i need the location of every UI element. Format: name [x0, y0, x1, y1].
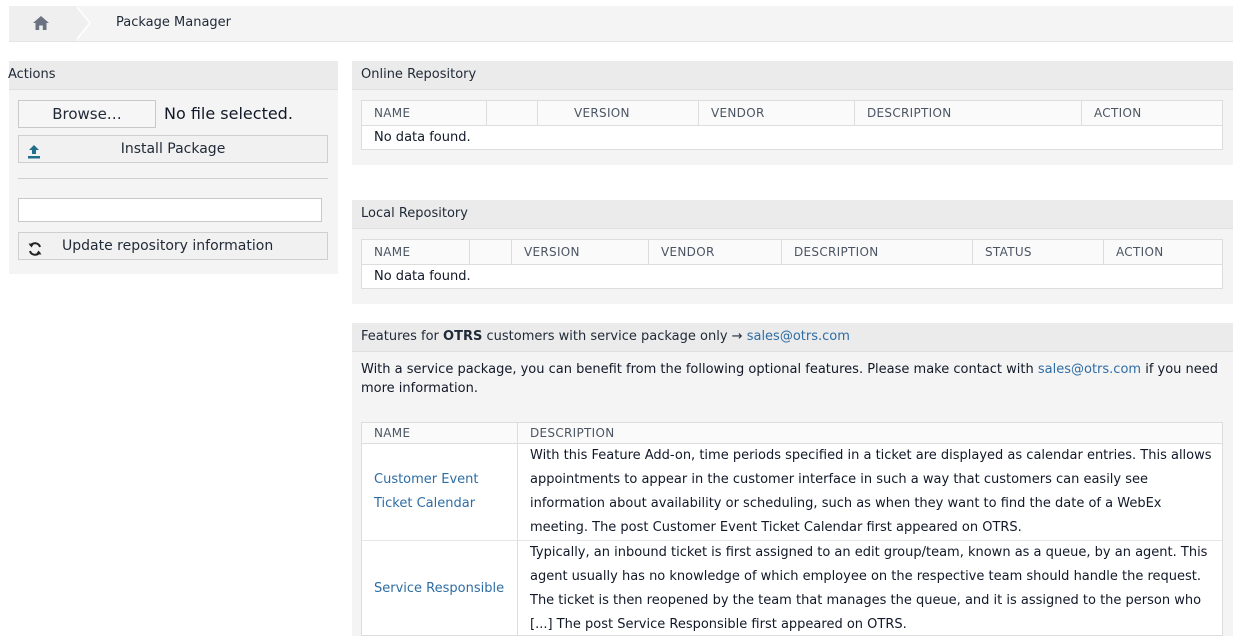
breadcrumb-home[interactable]	[9, 6, 75, 41]
refresh-icon	[28, 239, 42, 265]
empty-row: No data found.	[374, 130, 471, 145]
table-header: NAME DESCRIPTION	[362, 423, 1222, 444]
col-description: DESCRIPTION	[530, 426, 615, 440]
repository-url-input[interactable]	[18, 198, 322, 222]
online-repository-table: NAME VERSION VENDOR DESCRIPTION ACTION N…	[361, 100, 1223, 150]
online-repository-panel: Online Repository NAME VERSION VENDOR DE…	[352, 61, 1233, 165]
local-repository-panel: Local Repository NAME VERSION VENDOR DES…	[352, 200, 1233, 304]
features-title-middle: customers with service package only →	[486, 329, 743, 344]
install-package-label: Install Package	[120, 141, 226, 157]
col-vendor[interactable]: VENDOR	[699, 101, 855, 125]
feature-name-link[interactable]: Customer Event Ticket Calendar	[374, 468, 517, 516]
update-repository-label: Update repository information	[62, 238, 274, 254]
features-panel: Features for OTRS customers with service…	[352, 323, 1233, 636]
features-table: NAME DESCRIPTION Customer Event Ticket C…	[361, 422, 1223, 636]
features-title: Features for OTRS customers with service…	[352, 323, 1233, 352]
col-version[interactable]: VERSION	[538, 101, 699, 125]
sidebar-divider	[18, 178, 328, 179]
sidebar-title: Actions	[8, 61, 338, 90]
breadcrumb-current[interactable]: Package Manager	[116, 15, 231, 30]
feature-name-link[interactable]: Service Responsible	[374, 577, 504, 601]
col-vendor[interactable]: VENDOR	[649, 240, 782, 264]
col-status[interactable]: STATUS	[973, 240, 1104, 264]
local-repository-title: Local Repository	[352, 200, 1233, 229]
col-version[interactable]: VERSION	[512, 240, 649, 264]
col-action[interactable]: ACTION	[1082, 101, 1222, 125]
actions-sidebar: Actions Browse… No file selected. Instal…	[8, 61, 338, 274]
col-name[interactable]: NAME	[362, 101, 487, 125]
file-status: No file selected.	[164, 104, 293, 123]
col-name: NAME	[362, 423, 518, 443]
sales-email-link-inline[interactable]: sales@otrs.com	[1038, 362, 1141, 377]
local-repository-table: NAME VERSION VENDOR DESCRIPTION STATUS A…	[361, 239, 1223, 289]
install-package-button[interactable]: Install Package	[18, 135, 328, 163]
features-title-prefix: Features for	[361, 329, 439, 344]
features-intro: With a service package, you can benefit …	[361, 360, 1227, 398]
table-header: NAME VERSION VENDOR DESCRIPTION ACTION	[362, 101, 1222, 126]
features-title-brand: OTRS	[443, 329, 483, 344]
sales-email-link[interactable]: sales@otrs.com	[747, 329, 850, 344]
col-blank	[470, 240, 512, 264]
table-row: Service Responsible Typically, an inboun…	[362, 541, 1222, 635]
home-icon	[33, 16, 49, 30]
feature-description: With this Feature Add-on, time periods s…	[530, 448, 1212, 535]
col-name[interactable]: NAME	[362, 240, 470, 264]
col-description[interactable]: DESCRIPTION	[782, 240, 973, 264]
empty-row: No data found.	[374, 269, 471, 284]
col-blank	[487, 101, 538, 125]
browse-button[interactable]: Browse…	[18, 100, 156, 128]
breadcrumb: Package Manager	[9, 6, 1233, 42]
feature-description: Typically, an inbound ticket is first as…	[530, 545, 1208, 632]
online-repository-title: Online Repository	[352, 61, 1233, 90]
col-description[interactable]: DESCRIPTION	[855, 101, 1082, 125]
table-row: Customer Event Ticket Calendar With this…	[362, 444, 1222, 541]
table-header: NAME VERSION VENDOR DESCRIPTION STATUS A…	[362, 240, 1222, 265]
features-intro-text: With a service package, you can benefit …	[361, 362, 1034, 377]
col-action[interactable]: ACTION	[1104, 240, 1222, 264]
update-repository-button[interactable]: Update repository information	[18, 232, 328, 260]
